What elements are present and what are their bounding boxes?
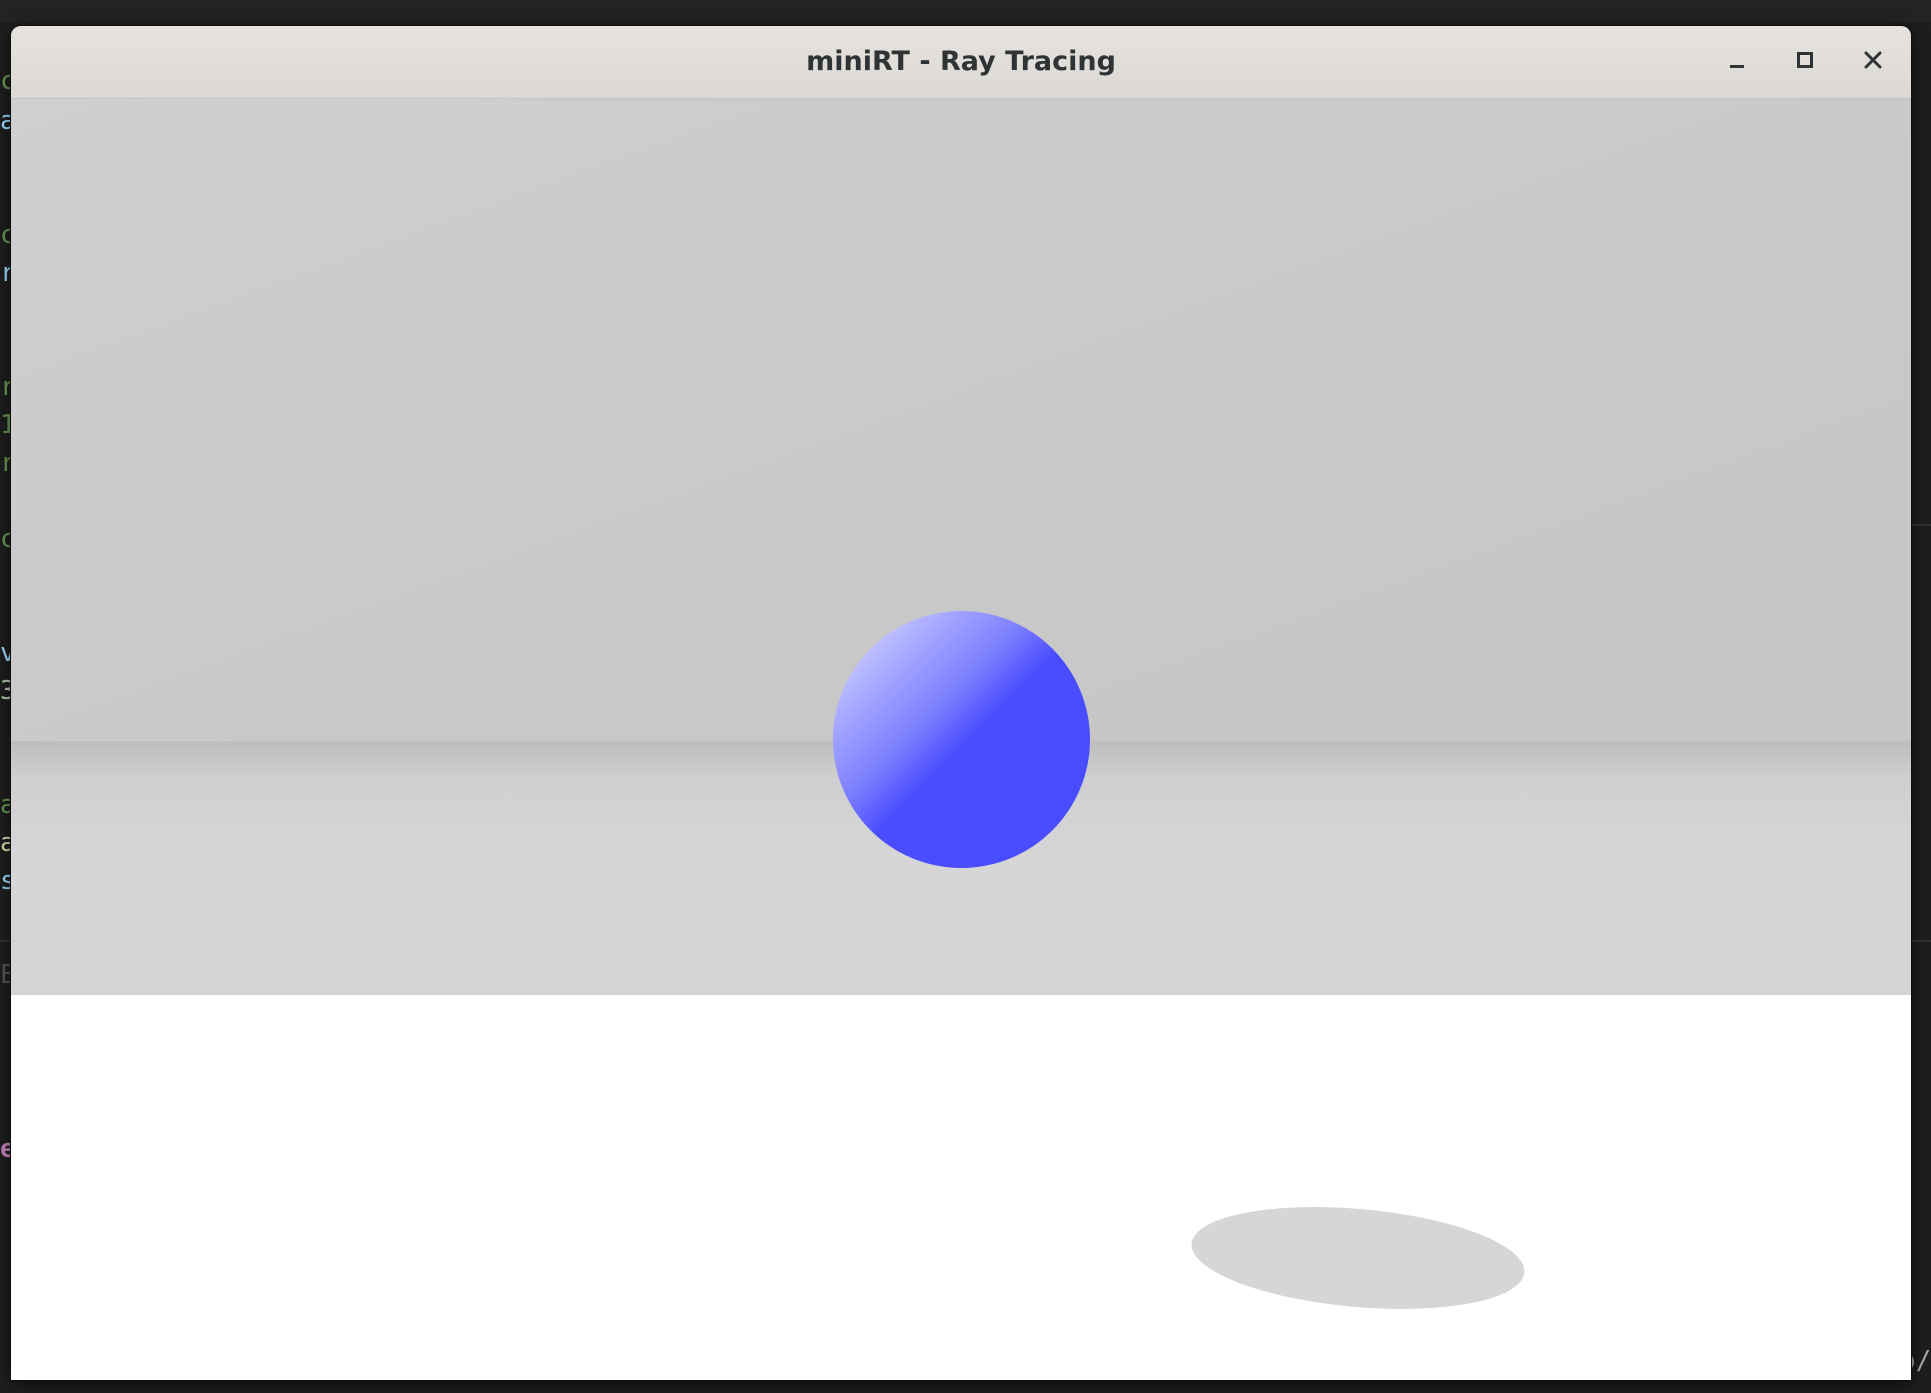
maximize-button[interactable]	[1785, 42, 1825, 82]
rendered-ground	[11, 995, 1911, 1380]
close-button[interactable]	[1853, 42, 1893, 82]
minimize-icon	[1727, 50, 1747, 74]
rendered-sphere	[833, 611, 1090, 868]
minimize-button[interactable]	[1717, 42, 1757, 82]
window-titlebar[interactable]: miniRT - Ray Tracing	[11, 26, 1911, 99]
bg-divider	[0, 940, 11, 942]
minirt-window[interactable]: miniRT - Ray Tracing	[11, 26, 1911, 1380]
bg-divider	[1912, 940, 1931, 942]
window-title: miniRT - Ray Tracing	[806, 46, 1116, 77]
maximize-icon	[1795, 50, 1815, 74]
render-canvas[interactable]	[11, 99, 1911, 1380]
close-icon	[1862, 49, 1884, 75]
background-topbar	[0, 0, 1931, 22]
bg-divider	[1912, 524, 1931, 526]
